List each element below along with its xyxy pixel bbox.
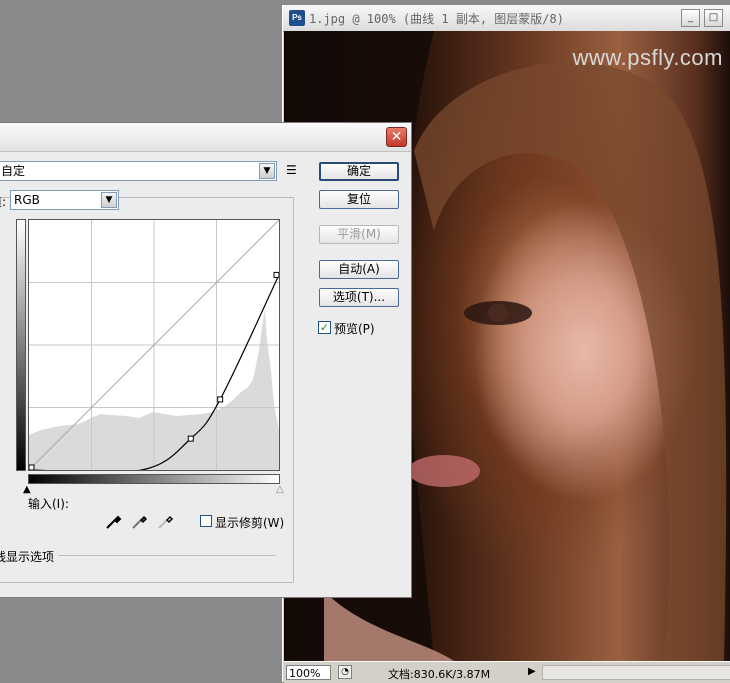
preset-value: 自定 [1, 164, 26, 178]
ok-button[interactable]: 确定 [319, 162, 399, 181]
dialog-titlebar[interactable]: ✕ [0, 123, 411, 152]
status-bar: 100% ◔ 文档:830.6K/3.87M ▶ [284, 661, 730, 683]
preview-label: 预览(P) [334, 322, 375, 336]
watermark-text: www.psfly.com [572, 45, 723, 70]
minimize-button[interactable]: _ [681, 9, 700, 27]
display-options-divider [58, 555, 276, 556]
horizontal-scrollbar[interactable] [542, 665, 730, 680]
channel-label: 道: [0, 195, 7, 209]
lips [408, 455, 480, 487]
chevron-down-icon[interactable]: ▼ [259, 163, 275, 179]
auto-button[interactable]: 自动(A) [319, 260, 399, 279]
curve-graph[interactable] [28, 219, 280, 471]
output-gradient-bar [16, 219, 26, 471]
document-titlebar[interactable]: Ps 1.jpg @ 100% (曲线 1 副本, 图层蒙版/8) _ □ [283, 5, 730, 32]
chevron-down-icon[interactable]: ▼ [101, 192, 117, 208]
options-button[interactable]: 选项(T)... [319, 288, 399, 307]
curve-control-point[interactable] [273, 271, 279, 278]
curve-control-point[interactable] [217, 396, 224, 403]
close-icon: ✕ [390, 129, 403, 145]
curves-dialog: ✕ 自定 ▼ ☰ 道: RGB ▼ ▲ △ 输入(I): [0, 122, 412, 598]
input-label: 输入(I): [28, 497, 69, 511]
show-clipping-label: 显示修剪(W) [215, 516, 285, 530]
document-title: 1.jpg @ 100% (曲线 1 副本, 图层蒙版/8) [309, 12, 564, 26]
smooth-button[interactable]: 平滑(M) [319, 225, 399, 244]
maximize-button[interactable]: □ [704, 9, 723, 27]
curve-plot[interactable] [29, 220, 279, 470]
black-point-slider[interactable]: ▲ [23, 485, 31, 495]
curve-control-point[interactable] [187, 435, 194, 442]
curve-control-point[interactable] [29, 464, 35, 470]
document-size: 文档:830.6K/3.87M [388, 668, 491, 681]
preview-checkbox[interactable]: ✓ [318, 321, 331, 334]
reset-button[interactable]: 复位 [319, 190, 399, 209]
zoom-field[interactable]: 100% [286, 665, 331, 680]
status-arrow-icon[interactable]: ▶ [528, 666, 536, 677]
show-clipping-checkbox[interactable] [200, 515, 212, 527]
white-point-slider[interactable]: △ [276, 485, 284, 495]
channel-value: RGB [14, 193, 40, 207]
preset-select[interactable]: 自定 ▼ [0, 161, 277, 181]
maximize-icon: □ [708, 12, 719, 23]
photoshop-icon: Ps [289, 10, 305, 26]
preset-menu-icon[interactable]: ☰ [286, 163, 297, 177]
display-options-label[interactable]: 线显示选项 [0, 548, 54, 565]
white-eyedropper-icon[interactable] [156, 511, 176, 531]
input-gradient-bar [28, 474, 280, 484]
black-eyedropper-icon[interactable] [104, 511, 124, 531]
channel-select[interactable]: RGB ▼ [10, 190, 119, 210]
gray-eyedropper-icon[interactable] [130, 511, 150, 531]
minimize-icon: _ [688, 12, 693, 23]
status-menu-icon[interactable]: ◔ [338, 665, 352, 679]
dialog-close-button[interactable]: ✕ [386, 127, 407, 147]
